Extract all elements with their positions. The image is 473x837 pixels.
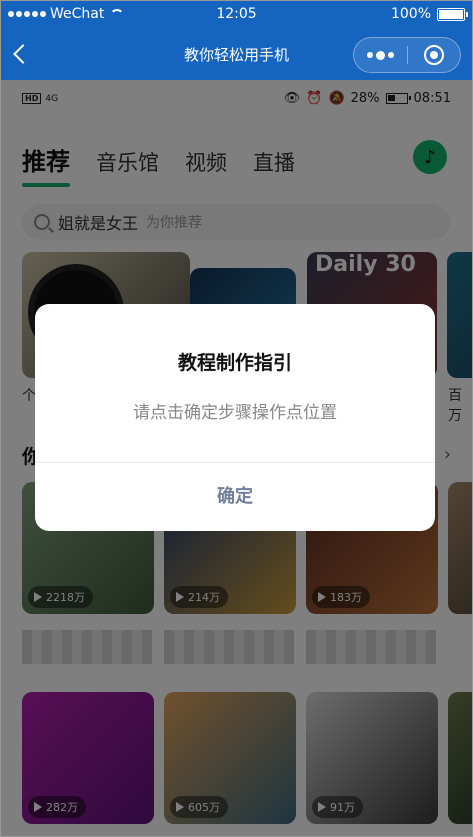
battery-icon <box>437 7 468 21</box>
target-icon <box>423 45 444 65</box>
close-miniprogram-button[interactable] <box>408 38 461 72</box>
miniprogram-nav-bar: 教你轻松用手机 <box>0 30 473 80</box>
battery-group: 100% <box>390 6 468 22</box>
ios-status-bar: WeChat 12:05 100% <box>0 0 473 30</box>
tutorial-guide-dialog: 教程制作指引 请点击确定步骤操作点位置 确定 <box>35 304 435 531</box>
dialog-title: 教程制作指引 <box>177 352 292 374</box>
more-button[interactable] <box>354 38 407 72</box>
confirm-button[interactable]: 确定 <box>35 463 435 531</box>
dialog-message: 请点击确定步骤操作点位置 <box>133 403 337 423</box>
more-dots-icon <box>366 50 394 60</box>
menu-capsule <box>353 37 461 73</box>
battery-percent: 100% <box>390 6 431 22</box>
